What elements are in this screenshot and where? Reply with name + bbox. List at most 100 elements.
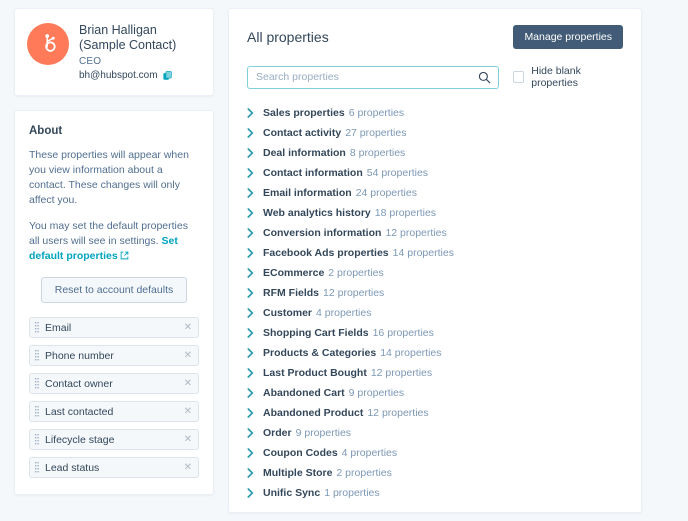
chevron-right-icon[interactable]	[247, 188, 263, 198]
property-group-row[interactable]: Sales properties 6 properties	[247, 103, 623, 123]
about-heading: About	[29, 125, 63, 137]
chevron-right-icon[interactable]	[247, 288, 263, 298]
chevron-right-icon[interactable]	[247, 228, 263, 238]
property-group-count: 9 properties	[348, 387, 405, 399]
property-chip-label: Lead status	[45, 461, 100, 474]
close-icon[interactable]: ✕	[184, 462, 192, 473]
property-group-name: Shopping Cart Fields	[263, 327, 369, 339]
selected-properties-list: Email ✕ Phone number ✕ Contact owner ✕ Last co…	[29, 317, 199, 478]
property-chip[interactable]: Contact owner ✕	[29, 373, 199, 394]
property-group-row[interactable]: Last Product Bought 12 properties	[247, 363, 623, 383]
property-group-row[interactable]: Products & Categories 14 properties	[247, 343, 623, 363]
property-group-row[interactable]: Contact information 54 properties	[247, 163, 623, 183]
property-chip[interactable]: Lifecycle stage ✕	[29, 429, 199, 450]
about-paragraph-2: You may set the default properties all u…	[29, 219, 199, 264]
close-icon[interactable]: ✕	[184, 406, 192, 417]
chevron-right-icon[interactable]	[247, 168, 263, 178]
drag-handle-icon[interactable]	[35, 405, 39, 418]
close-icon[interactable]: ✕	[184, 378, 192, 389]
chevron-right-icon[interactable]	[247, 408, 263, 418]
chevron-right-icon[interactable]	[247, 348, 263, 358]
external-link-icon	[120, 251, 129, 260]
copy-icon[interactable]	[162, 70, 173, 81]
property-chip[interactable]: Last contacted ✕	[29, 401, 199, 422]
drag-handle-icon[interactable]	[35, 461, 39, 474]
property-group-count: 4 properties	[316, 307, 372, 319]
property-group-count: 14 properties	[392, 247, 454, 259]
reset-to-account-defaults-button[interactable]: Reset to account defaults	[40, 277, 188, 303]
property-group-row[interactable]: Abandoned Cart 9 properties	[247, 383, 623, 403]
property-group-name: Web analytics history	[263, 207, 371, 219]
property-group-row[interactable]: Contact activity 27 properties	[247, 123, 623, 143]
chevron-right-icon[interactable]	[247, 388, 263, 398]
contact-name-line1: Brian Halligan	[79, 23, 157, 37]
property-group-row[interactable]: Email information 24 properties	[247, 183, 623, 203]
property-group-row[interactable]: Conversion information 12 properties	[247, 223, 623, 243]
avatar	[27, 23, 69, 65]
chevron-right-icon[interactable]	[247, 468, 263, 478]
about-card: About These properties will appear when …	[14, 110, 214, 495]
chevron-right-icon[interactable]	[247, 208, 263, 218]
chevron-right-icon[interactable]	[247, 128, 263, 138]
hubspot-sprocket-icon	[45, 34, 56, 52]
manage-properties-button[interactable]: Manage properties	[513, 25, 623, 49]
property-group-count: 12 properties	[323, 287, 385, 299]
chevron-right-icon[interactable]	[247, 448, 263, 458]
chevron-right-icon[interactable]	[247, 428, 263, 438]
drag-handle-icon[interactable]	[35, 321, 39, 334]
close-icon[interactable]: ✕	[184, 350, 192, 361]
property-group-count: 2 properties	[328, 267, 384, 279]
chevron-right-icon[interactable]	[247, 248, 263, 258]
property-group-row[interactable]: Unific Sync 1 properties	[247, 483, 623, 503]
search-box[interactable]	[247, 65, 499, 89]
property-groups-list: Sales properties 6 properties Contact acti…	[247, 103, 623, 503]
drag-handle-icon[interactable]	[35, 433, 39, 446]
chevron-right-icon[interactable]	[247, 108, 263, 118]
search-icon	[478, 71, 491, 83]
property-group-row[interactable]: Facebook Ads properties 14 properties	[247, 243, 623, 263]
property-group-row[interactable]: ECommerce 2 properties	[247, 263, 623, 283]
property-group-row[interactable]: Abandoned Product 12 properties	[247, 403, 623, 423]
property-group-row[interactable]: Customer 4 properties	[247, 303, 623, 323]
property-group-name: Products & Categories	[263, 347, 377, 359]
close-icon[interactable]: ✕	[184, 322, 192, 333]
hide-blank-properties-label: Hide blank properties	[531, 65, 581, 89]
property-group-name: Sales properties	[263, 107, 345, 119]
left-sidebar: Brian Halligan (Sample Contact) CEO bh@h…	[0, 0, 228, 521]
property-group-name: Email information	[263, 187, 352, 199]
property-group-count: 12 properties	[385, 227, 447, 239]
property-group-row[interactable]: RFM Fields 12 properties	[247, 283, 623, 303]
property-group-name: Multiple Store	[263, 467, 333, 479]
property-chip[interactable]: Lead status ✕	[29, 457, 199, 478]
chevron-right-icon[interactable]	[247, 268, 263, 278]
property-group-row[interactable]: Coupon Codes 4 properties	[247, 443, 623, 463]
property-group-row[interactable]: Deal information 8 properties	[247, 143, 623, 163]
chevron-right-icon[interactable]	[247, 148, 263, 158]
property-group-name: Facebook Ads properties	[263, 247, 389, 259]
property-group-row[interactable]: Multiple Store 2 properties	[247, 463, 623, 483]
property-group-row[interactable]: Web analytics history 18 properties	[247, 203, 623, 223]
close-icon[interactable]: ✕	[184, 434, 192, 445]
checkbox-box[interactable]	[513, 71, 525, 83]
property-group-row[interactable]: Shopping Cart Fields 16 properties	[247, 323, 623, 343]
property-group-count: 4 properties	[341, 447, 398, 459]
chevron-right-icon[interactable]	[247, 488, 263, 498]
chevron-right-icon[interactable]	[247, 328, 263, 338]
property-group-row[interactable]: Order 9 properties	[247, 423, 623, 443]
search-input[interactable]	[248, 66, 498, 88]
properties-settings-page: Brian Halligan (Sample Contact) CEO bh@h…	[0, 0, 688, 521]
hide-blank-properties-checkbox[interactable]: Hide blank properties	[513, 65, 623, 89]
property-group-count: 54 properties	[366, 167, 429, 179]
property-group-name: Abandoned Product	[263, 407, 364, 419]
chevron-right-icon[interactable]	[247, 308, 263, 318]
property-group-count: 14 properties	[380, 347, 442, 359]
property-chip-label: Lifecycle stage	[45, 433, 115, 446]
chevron-right-icon[interactable]	[247, 368, 263, 378]
property-group-name: Contact activity	[263, 127, 342, 139]
property-chip[interactable]: Phone number ✕	[29, 345, 199, 366]
contact-name-line2: (Sample Contact)	[79, 38, 177, 52]
property-group-count: 12 properties	[370, 367, 433, 379]
property-chip[interactable]: Email ✕	[29, 317, 199, 338]
drag-handle-icon[interactable]	[35, 377, 39, 390]
drag-handle-icon[interactable]	[35, 349, 39, 362]
